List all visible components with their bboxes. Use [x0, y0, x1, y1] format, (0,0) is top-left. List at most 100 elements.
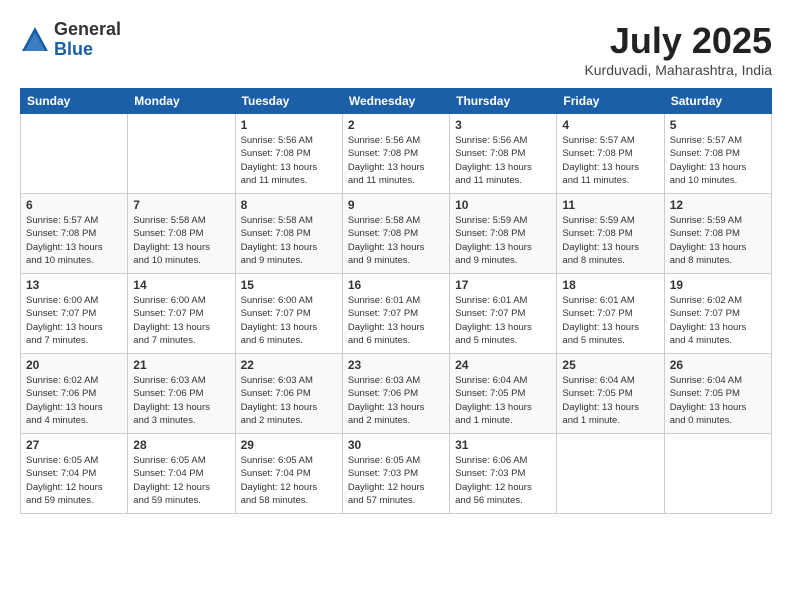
logo-blue-text: Blue — [54, 39, 93, 59]
day-number: 28 — [133, 438, 229, 452]
calendar-cell: 31 Sunrise: 6:06 AM Sunset: 7:03 PM Dayli… — [450, 434, 557, 514]
calendar-cell — [557, 434, 664, 514]
day-number: 7 — [133, 198, 229, 212]
calendar-cell — [664, 434, 771, 514]
day-info: Sunrise: 5:58 AM Sunset: 7:08 PM Dayligh… — [133, 214, 229, 267]
calendar-cell: 22 Sunrise: 6:03 AM Sunset: 7:06 PM Dayli… — [235, 354, 342, 434]
day-number: 16 — [348, 278, 444, 292]
title-block: July 2025 Kurduvadi, Maharashtra, India — [584, 20, 772, 78]
calendar-cell: 27Sunrise: 6:05 AM Sunset: 7:04 PM Dayli… — [21, 434, 128, 514]
weekday-header: Saturday — [664, 89, 771, 114]
calendar-cell: 16 Sunrise: 6:01 AM Sunset: 7:07 PM Dayli… — [342, 274, 449, 354]
day-info: Sunrise: 6:03 AM Sunset: 7:06 PM Dayligh… — [241, 374, 337, 427]
day-number: 22 — [241, 358, 337, 372]
day-info: Sunrise: 6:04 AM Sunset: 7:05 PM Dayligh… — [455, 374, 551, 427]
calendar-cell: 9 Sunrise: 5:58 AM Sunset: 7:08 PM Daylig… — [342, 194, 449, 274]
calendar-cell: 8 Sunrise: 5:58 AM Sunset: 7:08 PM Daylig… — [235, 194, 342, 274]
day-info: Sunrise: 6:01 AM Sunset: 7:07 PM Dayligh… — [348, 294, 444, 347]
weekday-header: Tuesday — [235, 89, 342, 114]
calendar-header-row: SundayMondayTuesdayWednesdayThursdayFrid… — [21, 89, 772, 114]
day-number: 3 — [455, 118, 551, 132]
day-number: 23 — [348, 358, 444, 372]
day-info: Sunrise: 5:56 AM Sunset: 7:08 PM Dayligh… — [455, 134, 551, 187]
calendar-cell: 24Sunrise: 6:04 AM Sunset: 7:05 PM Dayli… — [450, 354, 557, 434]
calendar-week-row: 20Sunrise: 6:02 AM Sunset: 7:06 PM Dayli… — [21, 354, 772, 434]
weekday-header: Friday — [557, 89, 664, 114]
location-subtitle: Kurduvadi, Maharashtra, India — [584, 62, 772, 78]
day-number: 31 — [455, 438, 551, 452]
day-number: 29 — [241, 438, 337, 452]
month-year-title: July 2025 — [584, 20, 772, 62]
page-header: General Blue July 2025 Kurduvadi, Mahara… — [20, 20, 772, 78]
calendar-cell: 11 Sunrise: 5:59 AM Sunset: 7:08 PM Dayli… — [557, 194, 664, 274]
day-number: 2 — [348, 118, 444, 132]
day-info: Sunrise: 6:02 AM Sunset: 7:06 PM Dayligh… — [26, 374, 122, 427]
calendar-week-row: 27 Sunrise: 6:05 AM Sunset: 7:04 PM Dayli… — [21, 434, 772, 514]
calendar-week-row: 13Sunrise: 6:00 AM Sunset: 7:07 PM Dayli… — [21, 274, 772, 354]
day-number: 26 — [670, 358, 766, 372]
day-number: 21 — [133, 358, 229, 372]
calendar-week-row: 6Sunrise: 5:57 AM Sunset: 7:08 PM Daylig… — [21, 194, 772, 274]
calendar-cell: 15 Sunrise: 6:00 AM Sunset: 7:07 PM Dayli… — [235, 274, 342, 354]
day-info: Sunrise: 6:05 AM Sunset: 7:04 PM Dayligh… — [241, 454, 337, 507]
day-info: Sunrise: 6:01 AM Sunset: 7:07 PM Dayligh… — [455, 294, 551, 347]
calendar-cell: 26Sunrise: 6:04 AM Sunset: 7:05 PM Dayli… — [664, 354, 771, 434]
day-info: Sunrise: 6:00 AM Sunset: 7:07 PM Dayligh… — [133, 294, 229, 347]
day-info: Sunrise: 6:02 AM Sunset: 7:07 PM Dayligh… — [670, 294, 766, 347]
day-info: Sunrise: 6:03 AM Sunset: 7:06 PM Dayligh… — [348, 374, 444, 427]
day-number: 27 — [26, 438, 122, 452]
calendar-table: SundayMondayTuesdayWednesdayThursdayFrid… — [20, 88, 772, 514]
calendar-cell — [21, 114, 128, 194]
weekday-header: Wednesday — [342, 89, 449, 114]
calendar-cell: 12 Sunrise: 5:59 AM Sunset: 7:08 PM Dayli… — [664, 194, 771, 274]
day-info: Sunrise: 6:00 AM Sunset: 7:07 PM Dayligh… — [26, 294, 122, 347]
day-number: 30 — [348, 438, 444, 452]
day-info: Sunrise: 5:58 AM Sunset: 7:08 PM Dayligh… — [348, 214, 444, 267]
day-info: Sunrise: 5:56 AM Sunset: 7:08 PM Dayligh… — [241, 134, 337, 187]
day-number: 10 — [455, 198, 551, 212]
calendar-cell: 29 Sunrise: 6:05 AM Sunset: 7:04 PM Dayli… — [235, 434, 342, 514]
weekday-header: Sunday — [21, 89, 128, 114]
calendar-cell: 6Sunrise: 5:57 AM Sunset: 7:08 PM Daylig… — [21, 194, 128, 274]
day-number: 9 — [348, 198, 444, 212]
day-number: 5 — [670, 118, 766, 132]
calendar-cell: 14 Sunrise: 6:00 AM Sunset: 7:07 PM Dayli… — [128, 274, 235, 354]
day-number: 8 — [241, 198, 337, 212]
logo-icon — [20, 25, 50, 55]
calendar-cell: 3 Sunrise: 5:56 AM Sunset: 7:08 PM Daylig… — [450, 114, 557, 194]
logo: General Blue — [20, 20, 121, 60]
day-number: 4 — [562, 118, 658, 132]
calendar-cell: 19 Sunrise: 6:02 AM Sunset: 7:07 PM Dayli… — [664, 274, 771, 354]
day-info: Sunrise: 6:04 AM Sunset: 7:05 PM Dayligh… — [562, 374, 658, 427]
day-info: Sunrise: 6:05 AM Sunset: 7:04 PM Dayligh… — [133, 454, 229, 507]
calendar-cell: 30 Sunrise: 6:05 AM Sunset: 7:03 PM Dayli… — [342, 434, 449, 514]
day-info: Sunrise: 5:59 AM Sunset: 7:08 PM Dayligh… — [670, 214, 766, 267]
day-info: Sunrise: 6:05 AM Sunset: 7:03 PM Dayligh… — [348, 454, 444, 507]
calendar-cell: 7 Sunrise: 5:58 AM Sunset: 7:08 PM Daylig… — [128, 194, 235, 274]
day-info: Sunrise: 5:57 AM Sunset: 7:08 PM Dayligh… — [562, 134, 658, 187]
calendar-cell: 21 Sunrise: 6:03 AM Sunset: 7:06 PM Dayli… — [128, 354, 235, 434]
day-info: Sunrise: 6:00 AM Sunset: 7:07 PM Dayligh… — [241, 294, 337, 347]
calendar-cell: 20Sunrise: 6:02 AM Sunset: 7:06 PM Dayli… — [21, 354, 128, 434]
calendar-cell: 13Sunrise: 6:00 AM Sunset: 7:07 PM Dayli… — [21, 274, 128, 354]
day-number: 11 — [562, 198, 658, 212]
day-info: Sunrise: 5:58 AM Sunset: 7:08 PM Dayligh… — [241, 214, 337, 267]
day-info: Sunrise: 5:59 AM Sunset: 7:08 PM Dayligh… — [455, 214, 551, 267]
day-number: 15 — [241, 278, 337, 292]
calendar-cell — [128, 114, 235, 194]
day-info: Sunrise: 6:03 AM Sunset: 7:06 PM Dayligh… — [133, 374, 229, 427]
calendar-cell: 23 Sunrise: 6:03 AM Sunset: 7:06 PM Dayli… — [342, 354, 449, 434]
day-number: 19 — [670, 278, 766, 292]
logo-general-text: General — [54, 19, 121, 39]
calendar-cell: 18Sunrise: 6:01 AM Sunset: 7:07 PM Dayli… — [557, 274, 664, 354]
calendar-cell: 4 Sunrise: 5:57 AM Sunset: 7:08 PM Daylig… — [557, 114, 664, 194]
day-number: 25 — [562, 358, 658, 372]
day-number: 6 — [26, 198, 122, 212]
day-number: 14 — [133, 278, 229, 292]
day-number: 12 — [670, 198, 766, 212]
day-info: Sunrise: 6:06 AM Sunset: 7:03 PM Dayligh… — [455, 454, 551, 507]
day-info: Sunrise: 5:59 AM Sunset: 7:08 PM Dayligh… — [562, 214, 658, 267]
calendar-cell: 10 Sunrise: 5:59 AM Sunset: 7:08 PM Dayli… — [450, 194, 557, 274]
calendar-cell: 1Sunrise: 5:56 AM Sunset: 7:08 PM Daylig… — [235, 114, 342, 194]
weekday-header: Monday — [128, 89, 235, 114]
